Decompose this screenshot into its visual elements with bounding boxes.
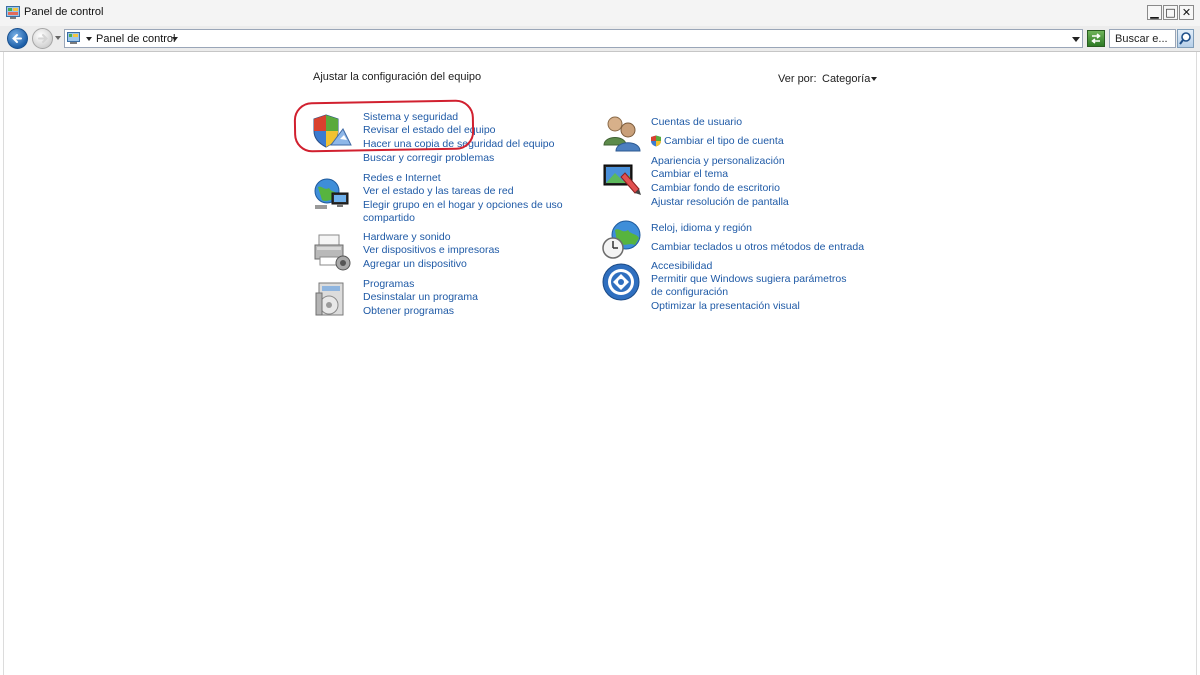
search-icon bbox=[1179, 32, 1191, 45]
category-title-accessibility[interactable]: Accesibilidad bbox=[651, 260, 712, 272]
maximize-button[interactable]: □ bbox=[1163, 5, 1178, 20]
category-title-user-accounts[interactable]: Cuentas de usuario bbox=[651, 116, 742, 128]
category-title-hardware-sound[interactable]: Hardware y sonido bbox=[363, 231, 451, 243]
window-title: Panel de control bbox=[24, 6, 104, 18]
page-title: Ajustar la configuración del equipo bbox=[313, 71, 482, 83]
programs-icon[interactable] bbox=[311, 279, 353, 321]
link-find-fix-problems[interactable]: Buscar y corregir problemas bbox=[363, 152, 494, 164]
refresh-button[interactable] bbox=[1087, 30, 1105, 47]
category-title-programs[interactable]: Programas bbox=[363, 278, 414, 290]
history-dropdown-icon[interactable] bbox=[55, 36, 61, 40]
link-change-account-type[interactable]: Cambiar el tipo de cuenta bbox=[664, 135, 784, 147]
link-homegroup-sharing[interactable]: Elegir grupo en el hogar y opciones de u… bbox=[363, 199, 563, 225]
search-input[interactable]: Buscar e... bbox=[1109, 29, 1176, 48]
link-change-theme[interactable]: Cambiar el tema bbox=[651, 168, 728, 180]
link-add-device[interactable]: Agregar un dispositivo bbox=[363, 258, 467, 270]
printer-icon[interactable] bbox=[311, 231, 353, 273]
breadcrumb-control-panel[interactable]: Panel de control bbox=[96, 33, 176, 45]
category-title-network-internet[interactable]: Redes e Internet bbox=[363, 172, 441, 184]
breadcrumb-root-chevron-icon[interactable] bbox=[86, 37, 92, 41]
title-bar: Panel de control ▁ □ ✕ bbox=[0, 0, 1200, 27]
link-change-desktop-background[interactable]: Cambiar fondo de escritorio bbox=[651, 182, 780, 194]
breadcrumb-chevron-icon[interactable] bbox=[172, 37, 178, 41]
back-button[interactable] bbox=[7, 28, 28, 49]
content-area bbox=[3, 52, 1197, 675]
highlight-annotation bbox=[293, 99, 475, 153]
link-optimize-visual-display[interactable]: Optimizar la presentación visual bbox=[651, 300, 800, 312]
navigation-bar: Panel de control Buscar e... bbox=[0, 26, 1200, 52]
uac-shield-icon bbox=[651, 135, 661, 147]
category-title-appearance[interactable]: Apariencia y personalización bbox=[651, 155, 785, 167]
link-get-programs[interactable]: Obtener programas bbox=[363, 305, 454, 317]
close-button[interactable]: ✕ bbox=[1179, 5, 1194, 20]
network-icon[interactable] bbox=[311, 173, 353, 215]
link-windows-suggest-settings[interactable]: Permitir que Windows sugiera parámetros … bbox=[651, 273, 856, 299]
clock-globe-icon[interactable] bbox=[601, 218, 643, 260]
search-button[interactable] bbox=[1177, 29, 1194, 48]
users-icon[interactable] bbox=[601, 113, 643, 155]
forward-button[interactable] bbox=[32, 28, 53, 49]
appearance-icon[interactable] bbox=[601, 159, 643, 201]
link-uninstall-program[interactable]: Desinstalar un programa bbox=[363, 291, 478, 303]
view-by-chevron-icon[interactable] bbox=[871, 77, 877, 81]
back-arrow-icon bbox=[12, 34, 22, 43]
view-by-label: Ver por: bbox=[778, 73, 817, 85]
accessibility-icon[interactable] bbox=[601, 262, 643, 304]
category-title-clock-language-region[interactable]: Reloj, idioma y región bbox=[651, 222, 752, 234]
forward-arrow-icon bbox=[38, 34, 48, 43]
link-devices-printers[interactable]: Ver dispositivos e impresoras bbox=[363, 244, 500, 256]
link-change-keyboards[interactable]: Cambiar teclados u otros métodos de entr… bbox=[651, 241, 864, 253]
address-field[interactable]: Panel de control bbox=[64, 29, 1083, 48]
view-by-dropdown[interactable]: Categoría bbox=[822, 73, 870, 85]
link-network-status-tasks[interactable]: Ver el estado y las tareas de red bbox=[363, 185, 514, 197]
search-placeholder: Buscar e... bbox=[1115, 33, 1168, 45]
refresh-icon bbox=[1091, 33, 1101, 44]
control-panel-icon bbox=[67, 32, 80, 44]
address-dropdown-icon[interactable] bbox=[1072, 37, 1080, 42]
minimize-button[interactable]: ▁ bbox=[1147, 5, 1162, 20]
control-panel-icon bbox=[6, 6, 20, 19]
link-adjust-resolution[interactable]: Ajustar resolución de pantalla bbox=[651, 196, 789, 208]
